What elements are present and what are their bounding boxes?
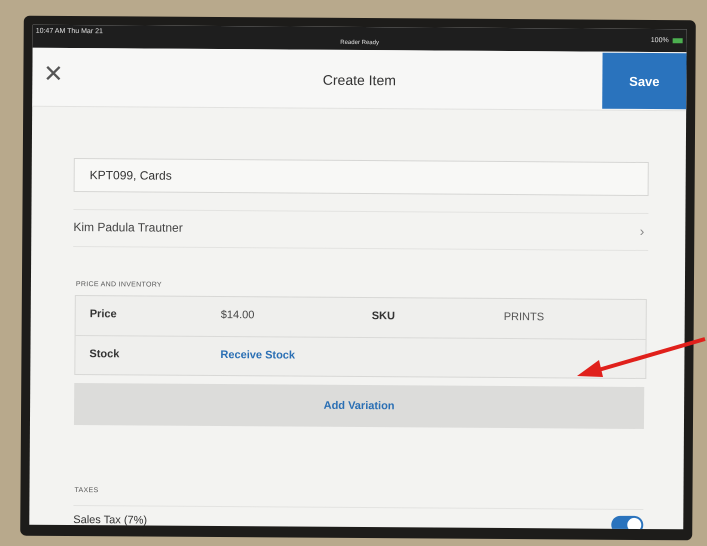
battery-icon (672, 37, 683, 43)
stock-row: Stock Receive Stock (75, 336, 645, 379)
toggle-knob (627, 517, 642, 530)
sales-tax-label: Sales Tax (7%) (73, 514, 148, 527)
status-right: 100% (651, 37, 683, 44)
device-screen: 10:47 AM Thu Mar 21 Reader Ready 100% ✕ … (29, 24, 687, 530)
receive-stock-link[interactable]: Receive Stock (220, 349, 295, 362)
taxes-heading: TAXES (74, 487, 99, 495)
battery-label: 100% (650, 37, 669, 45)
price-row: Price $14.00 SKU PRINTS (75, 296, 646, 341)
status-time: 10:47 AM Thu Mar 21 (35, 27, 103, 36)
reader-status: Reader Ready (340, 39, 379, 47)
item-name-field[interactable]: KPT099, Cards (73, 158, 649, 197)
price-label: Price (89, 308, 117, 321)
price-inventory-heading: PRICE AND INVENTORY (75, 281, 162, 289)
sku-label: SKU (371, 310, 396, 323)
annotation-arrow-icon (577, 337, 706, 377)
price-inventory-table: Price $14.00 SKU PRINTS Stock Receive St… (74, 295, 647, 380)
chevron-right-icon: › (639, 222, 645, 239)
stock-label: Stock (89, 348, 120, 361)
top-bar: ✕ Create Item Save (32, 47, 687, 112)
sku-input[interactable]: PRINTS (504, 311, 544, 323)
page-title: Create Item (322, 71, 396, 89)
price-input[interactable]: $14.00 (221, 309, 255, 321)
add-variation-button[interactable]: Add Variation (73, 383, 645, 429)
save-button[interactable]: Save (602, 52, 687, 110)
sales-tax-toggle[interactable] (611, 515, 644, 530)
category-selector[interactable]: Kim Padula Trautner › (73, 209, 649, 252)
category-label: Kim Padula Trautner (73, 220, 183, 235)
